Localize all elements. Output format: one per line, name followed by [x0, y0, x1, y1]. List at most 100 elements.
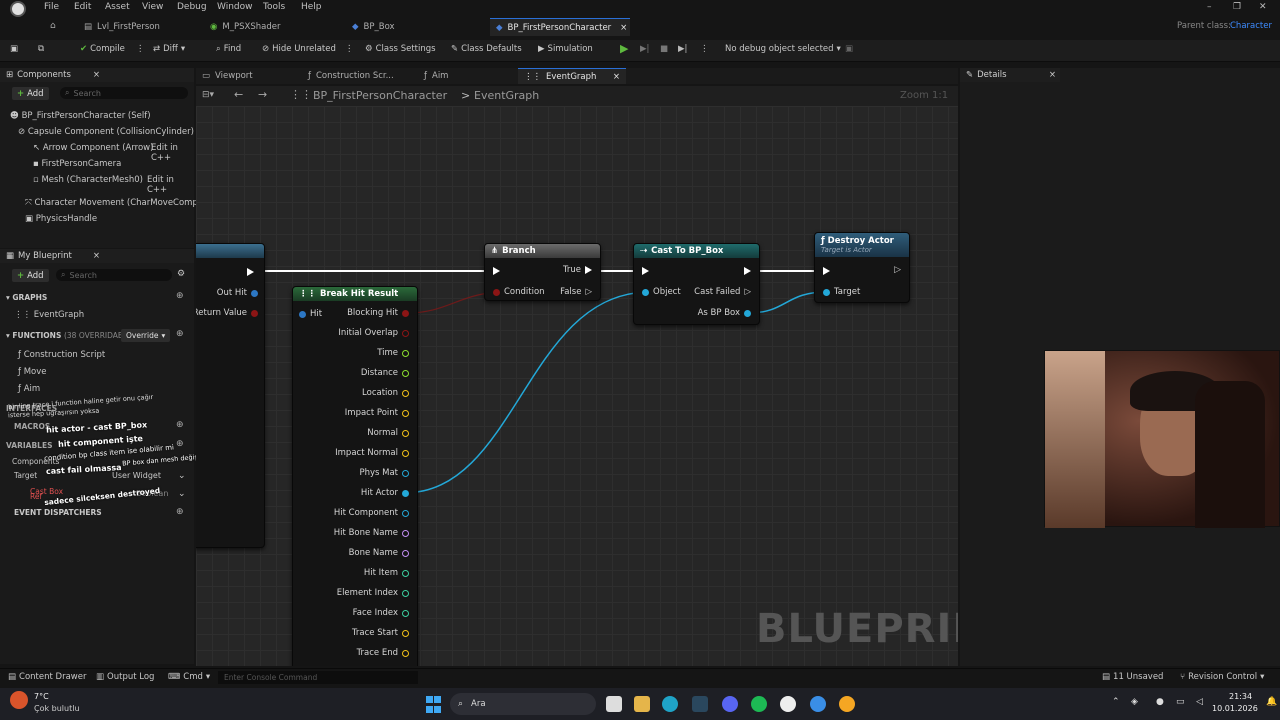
class-defaults-button[interactable]: ✎ Class Defaults	[451, 44, 522, 54]
debug-object-select[interactable]: No debug object selected ▾	[725, 44, 841, 54]
app-icon[interactable]	[810, 696, 826, 712]
find-button[interactable]: ⌕ Find	[216, 44, 241, 54]
function-construction-script[interactable]: ƒ Construction Script	[18, 350, 105, 360]
tab-bp-box[interactable]: ◆ BP_Box	[346, 18, 401, 36]
menu-file[interactable]: File	[44, 2, 59, 12]
diff-button[interactable]: ⇄ Diff ▾	[153, 44, 185, 54]
output-log-button[interactable]: ▥ Output Log	[96, 672, 154, 682]
edit-in-cpp-link[interactable]: Edit in C++	[147, 175, 194, 195]
breadcrumb-graph[interactable]: EventGraph	[474, 89, 539, 102]
chevron-down-icon[interactable]: ⌄	[178, 471, 186, 481]
play-icon[interactable]: ▶	[620, 42, 628, 55]
break-hit-output-pin[interactable]: Hit Bone Name	[334, 528, 409, 538]
variable-type-user-widget[interactable]: User Widget	[112, 471, 161, 480]
exec-in-pin[interactable]	[493, 267, 500, 278]
break-hit-result-node[interactable]: ⋮⋮ Break Hit Result Hit Blocking Hit Initi…	[292, 286, 418, 666]
home-icon[interactable]: ⌂	[50, 21, 56, 31]
condition-pin[interactable]: Condition	[493, 287, 545, 297]
taskbar-search[interactable]: ⌕ Ara	[450, 693, 596, 715]
exec-in-pin[interactable]	[642, 267, 649, 278]
component-self[interactable]: ☻ BP_FirstPersonCharacter (Self)	[10, 111, 151, 121]
destroy-actor-node[interactable]: ƒ Destroy Actor Target is Actor ▷ Target	[814, 232, 910, 303]
close-icon[interactable]: ×	[93, 70, 100, 80]
save-icon[interactable]: ▣	[10, 44, 18, 54]
stop-icon[interactable]: ■	[660, 44, 668, 54]
components-search[interactable]: ⌕ Search	[60, 87, 188, 99]
tab-aim[interactable]: ƒ Aim	[418, 68, 454, 84]
break-hit-output-pin[interactable]: Blocking Hit	[347, 308, 409, 318]
tab-construction-script[interactable]: ƒ Construction Scr...	[302, 68, 400, 84]
exec-out-pin[interactable]	[744, 267, 751, 278]
clock-time[interactable]: 21:34	[1229, 692, 1252, 701]
weather-icon[interactable]	[10, 691, 28, 709]
step-icon[interactable]: ▶|	[640, 44, 649, 54]
tab-lvl-firstperson[interactable]: ▤ Lvl_FirstPerson	[78, 18, 166, 36]
close-icon[interactable]: ×	[1049, 70, 1056, 80]
component-mesh[interactable]: ▫ Mesh (CharacterMesh0)	[33, 175, 143, 185]
display-icon[interactable]: ▭	[1176, 697, 1185, 707]
breadcrumb-blueprint[interactable]: BP_FirstPersonCharacter	[313, 89, 447, 102]
browse-icon[interactable]: ⧉	[38, 44, 44, 54]
tray-app-icon[interactable]: ◈	[1131, 697, 1138, 707]
tab-viewport[interactable]: ▭ Viewport	[196, 68, 259, 84]
function-move[interactable]: ƒ Move	[18, 367, 47, 377]
microphone-icon[interactable]: ●	[1156, 697, 1164, 707]
return-value-pin[interactable]: Return Value	[196, 308, 258, 318]
break-hit-output-pin[interactable]: Impact Normal	[335, 448, 409, 458]
menu-tools[interactable]: Tools	[263, 2, 285, 12]
component-physicshandle[interactable]: ▣ PhysicsHandle	[25, 214, 97, 224]
revision-control-button[interactable]: ⑂ Revision Control ▾	[1180, 672, 1264, 682]
class-settings-button[interactable]: ⚙ Class Settings	[365, 44, 436, 54]
chevron-down-icon[interactable]: ⌄	[178, 489, 186, 499]
unreal-engine-icon[interactable]	[780, 696, 796, 712]
menu-view[interactable]: View	[142, 2, 163, 12]
graphs-section[interactable]: ▾ GRAPHS	[6, 293, 47, 302]
steam-icon[interactable]	[692, 696, 708, 712]
gear-icon[interactable]: ⚙	[177, 269, 185, 279]
true-pin[interactable]: True	[563, 265, 592, 275]
add-component-button[interactable]: + Add	[12, 87, 49, 100]
line-trace-node[interactable]: Out Hit Return Value	[196, 243, 265, 548]
taskview-icon[interactable]	[606, 696, 622, 712]
break-hit-output-pin[interactable]: Trace Start	[352, 628, 409, 638]
back-arrow-icon[interactable]: ←	[234, 88, 243, 101]
break-hit-output-pin[interactable]: Location	[362, 388, 409, 398]
function-aim[interactable]: ƒ Aim	[18, 384, 40, 394]
hide-unrelated-button[interactable]: ⊘ Hide Unrelated ⋮	[262, 44, 353, 54]
break-hit-output-pin[interactable]: Impact Point	[345, 408, 409, 418]
content-drawer-button[interactable]: ▤ Content Drawer	[8, 672, 86, 682]
spotify-icon[interactable]	[751, 696, 767, 712]
more-icon[interactable]: ⋮	[700, 44, 709, 54]
component-movement[interactable]: ⤧ Character Movement (CharMoveComp)	[25, 198, 201, 208]
break-hit-output-pin[interactable]: Hit Actor	[361, 488, 409, 498]
add-macro-icon[interactable]: ⊕	[176, 420, 184, 430]
add-function-icon[interactable]: ⊕	[176, 329, 184, 339]
hit-input-pin[interactable]: Hit	[299, 309, 322, 319]
break-hit-output-pin[interactable]: Trace End	[357, 648, 409, 658]
break-hit-output-pin[interactable]: Phys Mat	[359, 468, 409, 478]
edit-in-cpp-link[interactable]: Edit in C++	[151, 143, 194, 163]
break-hit-output-pin[interactable]: Normal	[367, 428, 409, 438]
break-hit-output-pin[interactable]: Hit Item	[364, 568, 409, 578]
tab-bp-firstpersoncharacter[interactable]: ◆ BP_FirstPersonCharacter ×	[490, 18, 630, 36]
object-pin[interactable]: Object	[642, 287, 681, 297]
override-dropdown[interactable]: Override ▾	[121, 329, 171, 342]
break-hit-output-pin[interactable]: Time	[377, 348, 409, 358]
file-explorer-icon[interactable]	[634, 696, 650, 712]
exec-in-pin[interactable]	[823, 267, 830, 278]
cast-to-bp-box-node[interactable]: ⇢ Cast To BP_Box Object Cast Failed ▷ As B…	[633, 243, 760, 325]
component-capsule[interactable]: ⊘ Capsule Component (CollisionCylinder)	[18, 127, 194, 137]
add-graph-icon[interactable]: ⊕	[176, 291, 184, 301]
volume-icon[interactable]: ◁	[1196, 697, 1203, 707]
break-hit-output-pin[interactable]: Element Index	[337, 588, 409, 598]
add-dispatcher-icon[interactable]: ⊕	[176, 507, 184, 517]
clock-date[interactable]: 10.01.2026	[1212, 704, 1258, 713]
compile-button[interactable]: ✔ Compile ⋮	[80, 44, 144, 54]
exec-out-pin[interactable]: ▷	[894, 265, 901, 275]
event-graph-canvas[interactable]: Out Hit Return Value ⋮⋮ Break Hit Result …	[196, 106, 958, 666]
graph-eventgraph[interactable]: ⋮⋮ EventGraph	[14, 310, 84, 320]
target-pin[interactable]: Target	[823, 287, 860, 297]
more-icon[interactable]: ⋮	[345, 44, 354, 54]
component-arrow[interactable]: ↖ Arrow Component (Arrow)	[33, 143, 153, 153]
start-icon[interactable]	[426, 696, 442, 713]
